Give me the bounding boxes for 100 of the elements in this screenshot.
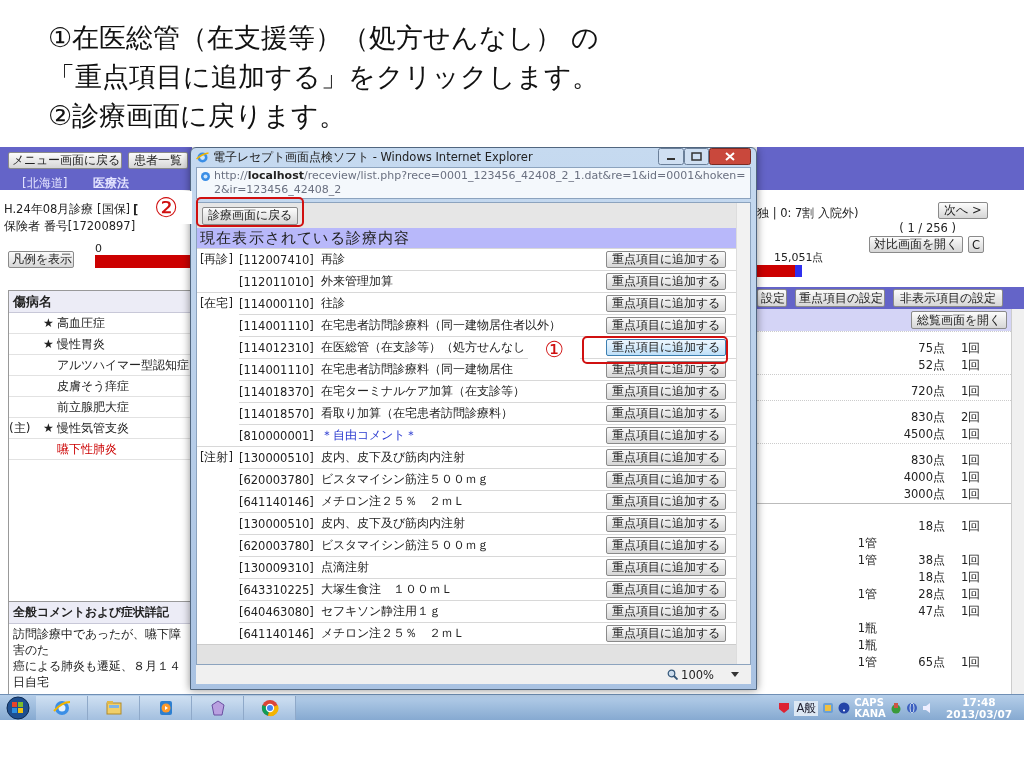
settings-tab[interactable]: 非表示項目の設定 — [893, 289, 1003, 307]
add-priority-button[interactable]: 重点項目に追加する — [606, 471, 726, 488]
callout-number: ① — [528, 339, 580, 360]
nav-button[interactable]: メニュー画面に戻る — [8, 152, 122, 169]
caret-icon[interactable] — [731, 671, 739, 678]
add-priority-button[interactable]: 重点項目に追加する — [606, 383, 726, 400]
count-text: 1回 — [961, 570, 982, 585]
address-field[interactable]: http://localhost/receview/list.php?rece=0001_123456_42408_2_1.dat&re=1&id=0001&hoken=2&ir=123456_42408_2 — [196, 167, 751, 199]
zoom-icon[interactable] — [667, 669, 679, 680]
browser-icon — [196, 151, 209, 164]
clear-button[interactable]: C — [968, 236, 984, 253]
folder-icon[interactable] — [208, 699, 227, 717]
count-text: 1回 — [961, 341, 982, 356]
help-icon[interactable] — [838, 702, 851, 714]
add-priority-button[interactable]: 重点項目に追加する — [606, 603, 726, 620]
browser-icon[interactable] — [52, 699, 71, 717]
disease-name: 慢性気管支炎 — [57, 419, 130, 437]
disease-name: 高血圧症 — [57, 314, 106, 332]
add-priority-button[interactable]: 重点項目に追加する — [606, 449, 726, 466]
item-name: 再診 — [321, 252, 345, 267]
url-text: http://localhost/receview/list.php?rece=0001_123456_42408_2_1.dat&re=1&id=0001&hoken=2&ir=123456_42408_2 — [214, 169, 747, 197]
add-priority-button[interactable]: 重点項目に追加する — [606, 251, 726, 268]
item-name: 大塚生食注 １００ｍＬ — [321, 582, 453, 597]
add-priority-button[interactable]: 重点項目に追加する — [606, 493, 726, 510]
points-text: 4500点 — [902, 427, 945, 442]
chrome-icon[interactable] — [260, 699, 279, 717]
minimize-icon[interactable] — [658, 148, 684, 165]
compare-button[interactable]: 対比画面を開く — [869, 236, 963, 253]
disease-name: 慢性胃炎 — [57, 335, 106, 353]
unit-text: 1管 — [856, 553, 877, 568]
close-icon[interactable] — [709, 148, 751, 165]
code-text: [641140146] — [239, 626, 314, 641]
count-text: 1回 — [961, 587, 982, 602]
count-text: 1回 — [961, 453, 982, 468]
item-name: 看取り加算（在宅患者訪問診療料） — [321, 406, 513, 421]
add-priority-button[interactable]: 重点項目に追加する — [606, 427, 726, 444]
category-label: [在宅] — [200, 296, 233, 311]
points-text: 18点 — [917, 519, 945, 534]
count-text: 1回 — [961, 519, 982, 534]
category-label: [再診] — [200, 252, 233, 267]
item-name: 在宅患者訪問診療料（同一建物居住 — [321, 362, 513, 377]
add-priority-button[interactable]: 重点項目に追加する — [606, 537, 726, 554]
count-text: 2回 — [961, 410, 982, 425]
zoom-level: 100% — [681, 667, 714, 682]
add-priority-button[interactable]: 重点項目に追加する — [606, 625, 726, 642]
add-priority-button[interactable]: 重点項目に追加する — [606, 581, 726, 598]
disease-name: 皮膚そう痒症 — [57, 377, 130, 395]
comment-text: 訪問診療中であったが、嚥下障害のた — [13, 626, 182, 658]
start-button-icon[interactable] — [6, 696, 30, 720]
nav-button[interactable]: 患者一覧 — [128, 152, 188, 169]
item-name: セフキソン静注用１ｇ — [321, 604, 441, 619]
back-button[interactable]: 診療画面に戻る — [202, 206, 298, 225]
points-text: 28点 — [917, 587, 945, 602]
item-name: メチロン注２５％ ２ｍＬ — [321, 626, 465, 641]
item-name: 外来管理加算 — [321, 274, 393, 289]
ime-indicator[interactable]: A般 — [794, 700, 819, 716]
instruction-text: 「重点項目に追加する」をクリックします。 — [48, 60, 599, 94]
points-text: 47点 — [917, 604, 945, 619]
window-title: 電子レセプト画面点検ソフト - Windows Internet Explorer — [213, 150, 533, 165]
add-priority-button[interactable]: 重点項目に追加する — [606, 339, 726, 356]
code-text: [112007410] — [239, 252, 314, 267]
axis-label: 0 — [95, 242, 103, 255]
key-status-label: CAPS — [854, 697, 885, 708]
shield-icon[interactable] — [778, 702, 791, 714]
count-text: 1回 — [961, 655, 982, 670]
add-priority-button[interactable]: 重点項目に追加する — [606, 317, 726, 334]
add-priority-button[interactable]: 重点項目に追加する — [606, 405, 726, 422]
code-text: [114000110] — [239, 296, 314, 311]
settings-tab[interactable]: 設定 — [757, 289, 787, 307]
points-bar — [757, 265, 802, 277]
globe-icon[interactable] — [905, 702, 918, 714]
points-text: 720点 — [910, 384, 945, 399]
code-text: [130000510] — [239, 516, 314, 531]
count-text: 1回 — [961, 470, 982, 485]
facility-name: 医療法 — [93, 175, 130, 192]
count-text: 1回 — [961, 553, 982, 568]
add-priority-button[interactable]: 重点項目に追加する — [606, 273, 726, 290]
star-mark: ★ — [43, 316, 55, 330]
unit-text: 1管 — [856, 536, 877, 551]
insurer-number-text: 保険者 番号[17200897] — [4, 219, 137, 234]
disease-name: 前立腺肥大症 — [57, 398, 130, 416]
code-text: [130009310] — [239, 560, 314, 575]
count-text: 1回 — [961, 604, 982, 619]
legend-button[interactable]: 凡例を表示 — [8, 251, 74, 268]
add-priority-button[interactable]: 重点項目に追加する — [606, 295, 726, 312]
maximize-icon[interactable] — [684, 148, 709, 165]
count-text: 1回 — [961, 384, 982, 399]
page-counter: ( 1 / 256 ) — [898, 221, 956, 235]
add-priority-button[interactable]: 重点項目に追加する — [606, 515, 726, 532]
points-text: 830点 — [910, 410, 945, 425]
settings-tab[interactable]: 重点項目の設定 — [795, 289, 885, 307]
code-text: [640463080] — [239, 604, 314, 619]
add-priority-button[interactable]: 重点項目に追加する — [606, 559, 726, 576]
overview-button[interactable]: 総覧画面を開く — [911, 311, 1007, 329]
code-text: [112011010] — [239, 274, 314, 289]
next-button[interactable]: 次へ > — [938, 202, 988, 219]
item-name: 往診 — [321, 296, 345, 311]
key-status-label: KANA — [854, 708, 886, 719]
code-text: [114001110] — [239, 318, 314, 333]
item-name: 在宅ターミナルケア加算（在支診等） — [321, 384, 525, 399]
